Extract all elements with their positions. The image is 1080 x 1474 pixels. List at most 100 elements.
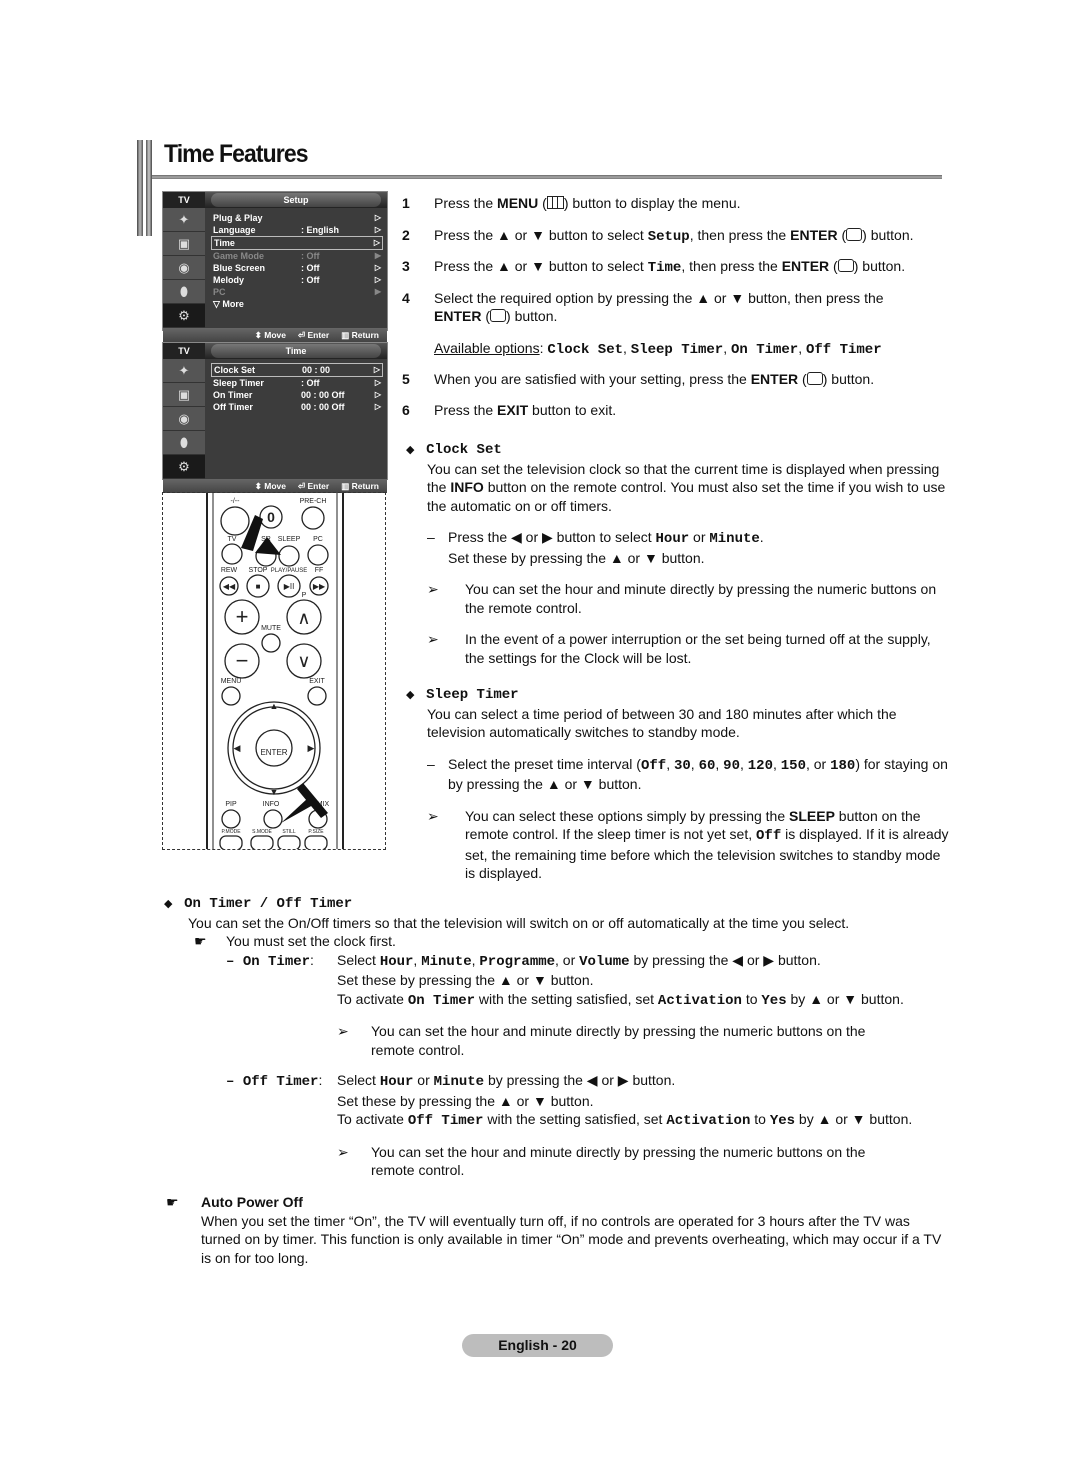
footer-return: ▥ Return: [341, 481, 379, 491]
osd-item-label: Time: [214, 238, 235, 248]
remote-control-illustration: -/-- 0 PRE-CH TV SR SLEEP PC REW STOP PL…: [162, 492, 386, 850]
svg-text:TV: TV: [228, 536, 237, 543]
sound-icon: ◉: [163, 256, 205, 280]
setup-gear-icon: ⚙: [163, 304, 205, 328]
svg-text:▲: ▲: [270, 701, 279, 711]
channel-icon: ⬮: [163, 431, 205, 455]
osd-menu-item[interactable]: Language: English ▷: [211, 224, 383, 236]
osd-menu-item[interactable]: Game Mode : Off ▶: [211, 250, 383, 262]
svg-text:▶II: ▶II: [284, 582, 295, 591]
setup-gear-icon: ⚙: [163, 455, 205, 479]
svg-text:◀◀: ◀◀: [223, 582, 236, 591]
osd-menu-item[interactable]: Sleep Timer: Off ▷: [211, 377, 383, 389]
svg-text:PC: PC: [313, 536, 323, 543]
svg-text:P.MODE: P.MODE: [221, 829, 241, 835]
svg-text:0: 0: [267, 509, 275, 525]
osd-item-value: 00 : 00: [302, 365, 331, 375]
sound-icon: ◉: [163, 407, 205, 431]
chevron-right-icon: ▷: [374, 402, 381, 411]
svg-text:INFO: INFO: [263, 801, 280, 808]
antenna-icon: ✦: [163, 359, 205, 383]
svg-text:P.SIZE: P.SIZE: [308, 829, 324, 835]
chevron-right-icon: ▷: [374, 213, 381, 222]
osd-menu-item[interactable]: ▽ More: [211, 298, 383, 310]
pointing-hand-icon: ☛: [194, 933, 207, 949]
section-heading: Auto Power Off: [201, 1194, 303, 1210]
osd-sidebar: ✦ ▣ ◉ ⬮ ⚙: [163, 359, 205, 479]
svg-text:MUTE: MUTE: [261, 625, 281, 632]
chevron-right-icon: [371, 298, 381, 310]
osd-item-label: Game Mode: [213, 251, 265, 261]
osd-item-label: On Timer: [213, 390, 253, 400]
osd-item-label: PC: [213, 287, 226, 297]
svg-text:▼: ▼: [270, 787, 279, 797]
osd-time-menu: TV Time ✦ ▣ ◉ ⬮ ⚙ Clock Set 00 : 00 ▷ Sleep …: [162, 342, 388, 493]
svg-text:−: −: [236, 648, 249, 673]
osd-item-label: Plug & Play: [213, 213, 263, 223]
osd-item-value: : Off: [301, 378, 320, 388]
osd-tv-label: TV: [163, 192, 205, 208]
osd-menu-item[interactable]: Plug & Play ▷: [211, 212, 383, 224]
svg-text:∧: ∧: [297, 608, 310, 628]
osd-item-value: : Off: [301, 251, 320, 261]
svg-text:S.MODE: S.MODE: [252, 829, 272, 835]
chevron-right-icon: ▷: [374, 378, 381, 387]
osd-item-value: 00 : 00 Off: [301, 402, 345, 412]
channel-icon: ⬮: [163, 280, 205, 304]
note-arrow-icon: ➢: [337, 1023, 349, 1039]
osd-item-label: Blue Screen: [213, 263, 266, 273]
section-heading: Sleep Timer: [426, 687, 519, 703]
picture-icon: ▣: [163, 383, 205, 407]
section-heading: Clock Set: [426, 442, 502, 458]
svg-text:SLEEP: SLEEP: [278, 536, 301, 543]
svg-text:∨: ∨: [297, 651, 310, 671]
osd-menu-item[interactable]: Time ▷: [211, 236, 383, 250]
footer-move: ⬍ Move: [254, 330, 286, 340]
osd-menu-item[interactable]: Off Timer 00 : 00 Off ▷: [211, 401, 383, 413]
note-arrow-icon: ➢: [427, 581, 439, 597]
osd-item-value: : Off: [301, 275, 320, 285]
svg-text:■: ■: [256, 582, 261, 591]
osd-item-value: [301, 298, 371, 310]
footer-enter: ⏎ Enter: [297, 481, 330, 491]
menu-icon: [546, 196, 564, 209]
osd-menu-item[interactable]: Blue Screen : Off ▷: [211, 262, 383, 274]
osd-item-value: 00 : 00 Off: [301, 390, 345, 400]
chevron-right-icon: ▷: [374, 390, 381, 399]
osd-setup-menu: TV Setup ✦ ▣ ◉ ⬮ ⚙ Plug & Play ▷ Language: …: [162, 191, 388, 342]
chevron-right-icon: ▷: [374, 275, 381, 284]
svg-text:▶▶: ▶▶: [313, 582, 326, 591]
osd-item-value: [301, 212, 371, 224]
svg-text:▶: ▶: [308, 743, 315, 753]
svg-text:MENU: MENU: [221, 678, 242, 685]
osd-menu-item[interactable]: Clock Set 00 : 00 ▷: [211, 363, 383, 377]
page-title: Time Features: [164, 140, 308, 168]
chevron-right-icon: ▷: [374, 263, 381, 272]
page-number-badge: English - 20: [462, 1334, 613, 1357]
osd-item-value: [302, 237, 370, 249]
osd-sidebar: ✦ ▣ ◉ ⬮ ⚙: [163, 208, 205, 328]
osd-tv-label: TV: [163, 343, 205, 359]
osd-title: Time: [211, 344, 381, 358]
footer-enter: ⏎ Enter: [297, 330, 330, 340]
chevron-right-icon: ▶: [374, 251, 381, 260]
svg-text:+: +: [236, 604, 249, 629]
footer-move: ⬍ Move: [254, 481, 286, 491]
picture-icon: ▣: [163, 232, 205, 256]
osd-item-label: Language: [213, 225, 256, 235]
svg-text:PRE-CH: PRE-CH: [300, 498, 327, 505]
svg-text:EXIT: EXIT: [309, 678, 325, 685]
svg-text:ENTER: ENTER: [260, 748, 287, 757]
chevron-right-icon: ▷: [373, 365, 380, 374]
osd-menu-item[interactable]: PC ▶: [211, 286, 383, 298]
pointing-hand-icon: ☛: [166, 1194, 179, 1210]
osd-item-value: : Off: [301, 263, 320, 273]
clock-set-section: ◆ Clock Set You can set the television c…: [406, 442, 946, 666]
osd-menu-item[interactable]: Melody: Off ▷: [211, 274, 383, 286]
osd-item-label: Clock Set: [214, 365, 256, 375]
osd-menu-item[interactable]: On Timer 00 : 00 Off ▷: [211, 389, 383, 401]
enter-icon: [846, 228, 863, 241]
svg-text:PIP: PIP: [225, 801, 237, 808]
antenna-icon: ✦: [163, 208, 205, 232]
section-heading: On Timer / Off Timer: [184, 896, 353, 912]
